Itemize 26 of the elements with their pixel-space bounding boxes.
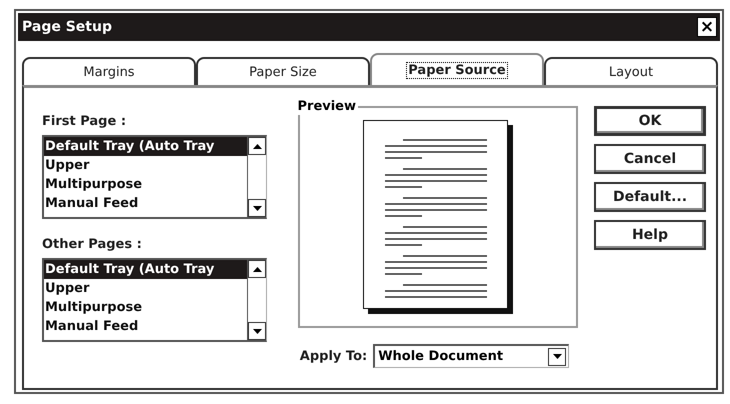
tray-list[interactable]: Default Tray (Auto Tray Upper Multipurpose Manual Feed bbox=[42, 258, 267, 342]
tab[interactable]: Paper Source bbox=[370, 53, 544, 85]
dialog-button[interactable]: Help bbox=[594, 220, 706, 250]
list-item[interactable]: Default Tray (Auto Tray bbox=[44, 137, 247, 156]
scrollbar[interactable] bbox=[247, 137, 266, 217]
group-label: Preview bbox=[298, 99, 358, 115]
apply-to-dropdown[interactable]: Whole Document bbox=[373, 344, 570, 368]
list-label: First Page : bbox=[42, 114, 128, 129]
scrollbar[interactable] bbox=[247, 260, 266, 340]
down-arrow-icon bbox=[252, 328, 262, 334]
down-arrow-icon bbox=[552, 354, 562, 359]
dialog-button[interactable]: Default... bbox=[594, 182, 706, 212]
list-label: Other Pages : bbox=[42, 237, 143, 252]
up-arrow-icon bbox=[252, 266, 262, 272]
window-title: Page Setup bbox=[22, 19, 112, 35]
dialog-button[interactable]: Cancel bbox=[594, 144, 706, 174]
list-item[interactable]: Default Tray (Auto Tray bbox=[44, 260, 247, 279]
field-label: Apply To: bbox=[300, 348, 368, 364]
tray-list[interactable]: Default Tray (Auto Tray Upper Multipurpose Manual Feed bbox=[42, 135, 267, 219]
close-button[interactable]: × bbox=[697, 17, 717, 37]
dialog-button[interactable]: OK bbox=[594, 106, 706, 136]
tab[interactable]: Layout bbox=[544, 57, 718, 85]
tab[interactable]: Paper Size bbox=[196, 57, 370, 85]
tab[interactable]: Margins bbox=[22, 57, 196, 85]
down-arrow-icon bbox=[252, 206, 262, 210]
up-arrow-icon bbox=[252, 144, 262, 148]
